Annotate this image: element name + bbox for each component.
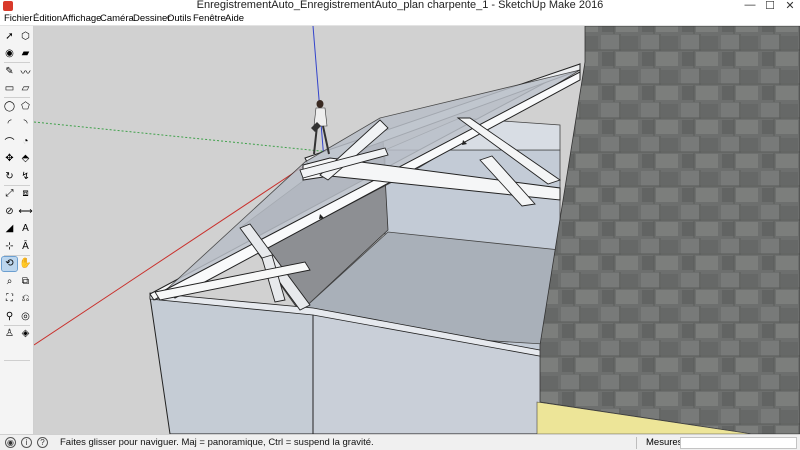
menu-fenetre[interactable]: Fenêtre [193, 12, 226, 26]
3d-text-tool-icon[interactable]: Ā [18, 239, 33, 253]
orbit-tool-icon[interactable]: ⟲ [1, 255, 18, 272]
toolbar-separator [4, 324, 30, 326]
human-figure-icon [311, 100, 330, 155]
text-tool-icon[interactable]: A [18, 222, 33, 236]
green-axis [34, 121, 331, 153]
window-title: EnregistrementAuto_EnregistrementAuto_pl… [196, 0, 604, 11]
rotate-tool-icon[interactable]: ↻ [2, 169, 17, 183]
status-bar: ◉ i ? Faites glisser pour naviguer. Maj … [0, 434, 800, 450]
menu-affichage[interactable]: Affichage [62, 12, 101, 26]
select-tool-icon[interactable]: ➚ [2, 29, 17, 43]
tools-toolbar: ➚ ⬡ ◉ ▰ ✎ 〰 ▭ ▱ ◯ ⬠ ◜ ◝ ⌒ ◔ ✥ ⬘ ↻ ↯ ⤢ ⧈ ⊘ ⟷ ◢ A ⊹ Ā ⟲ ✋ ⌕ ⧉ ⛶ ⎌ ⚲ ◎ ♙ ◈ [0, 26, 34, 434]
follow-me-tool-icon[interactable]: ↯ [18, 169, 33, 183]
two-point-arc-tool-icon[interactable]: ◝ [18, 117, 33, 131]
menu-aide[interactable]: Aide [225, 12, 244, 26]
walk-tool-icon[interactable]: ♙ [2, 327, 17, 341]
measurements-label: Mesures [646, 437, 683, 448]
three-point-arc-tool-icon[interactable]: ⌒ [2, 134, 17, 149]
maximize-button[interactable]: ☐ [762, 0, 778, 12]
axes-tool-icon[interactable]: ⊹ [2, 239, 17, 253]
pie-tool-icon[interactable]: ◔ [18, 134, 33, 148]
arc-tool-icon[interactable]: ◜ [2, 117, 17, 131]
previous-view-tool-icon[interactable]: ⎌ [18, 292, 33, 306]
dimension-tool-icon[interactable]: ⟷ [18, 204, 33, 218]
look-around-tool-icon[interactable]: ◎ [18, 309, 33, 323]
toolbar-separator [4, 62, 30, 63]
zoom-extents-tool-icon[interactable]: ⛶ [2, 292, 17, 306]
help-icon[interactable]: ? [37, 437, 48, 448]
eraser-tool-icon[interactable]: ▰ [18, 47, 33, 61]
move-tool-icon[interactable]: ✥ [2, 152, 17, 166]
menu-outils[interactable]: Outils [167, 12, 191, 26]
pan-tool-icon[interactable]: ✋ [18, 257, 33, 271]
close-button[interactable]: ✕ [782, 0, 798, 12]
menu-fichier[interactable]: Fichier [4, 12, 33, 26]
toolbar-separator [4, 359, 30, 361]
stone-wall [539, 26, 800, 434]
scale-tool-icon[interactable]: ⤢ [2, 187, 17, 201]
scene-canvas[interactable] [34, 26, 800, 434]
offset-tool-icon[interactable]: ⧈ [18, 187, 33, 201]
position-camera-tool-icon[interactable]: ⚲ [2, 309, 17, 323]
menu-bar: Fichier Édition Affichage Caméra Dessine… [0, 12, 800, 26]
zoom-tool-icon[interactable]: ⌕ [2, 274, 17, 288]
credits-icon[interactable]: i [21, 437, 32, 448]
toolbar-separator [4, 97, 30, 98]
toolbar-separator [4, 184, 30, 186]
section-plane-tool-icon[interactable]: ◈ [18, 327, 33, 341]
left-front-wall [149, 296, 314, 434]
drawing-viewport[interactable] [34, 26, 800, 434]
polygon-tool-icon[interactable]: ⬠ [18, 99, 33, 113]
rectangle-tool-icon[interactable]: ▭ [2, 82, 17, 96]
paint-bucket-tool-icon[interactable]: ◉ [2, 47, 17, 61]
make-component-tool-icon[interactable]: ⬡ [18, 29, 33, 43]
circle-tool-icon[interactable]: ◯ [2, 99, 17, 113]
title-bar: EnregistrementAuto_EnregistrementAuto_pl… [0, 0, 800, 12]
rotated-rectangle-tool-icon[interactable]: ▱ [18, 82, 33, 96]
measurements-input[interactable] [680, 437, 797, 449]
menu-dessiner[interactable]: Dessiner [133, 12, 171, 26]
menu-edition[interactable]: Édition [33, 12, 62, 26]
minimize-button[interactable]: — [742, 0, 758, 11]
line-tool-icon[interactable]: ✎ [2, 64, 17, 78]
menu-camera[interactable]: Caméra [100, 12, 134, 26]
zoom-window-tool-icon[interactable]: ⧉ [18, 274, 33, 288]
tape-measure-tool-icon[interactable]: ⊘ [2, 204, 17, 218]
freehand-tool-icon[interactable]: 〰 [18, 64, 33, 79]
push-pull-tool-icon[interactable]: ⬘ [18, 152, 33, 166]
toolbar-separator [4, 254, 30, 256]
status-hint-text: Faites glisser pour naviguer. Maj = pano… [60, 437, 374, 448]
protractor-tool-icon[interactable]: ◢ [2, 222, 17, 236]
status-divider [636, 437, 637, 449]
geo-location-icon[interactable]: ◉ [5, 437, 16, 448]
